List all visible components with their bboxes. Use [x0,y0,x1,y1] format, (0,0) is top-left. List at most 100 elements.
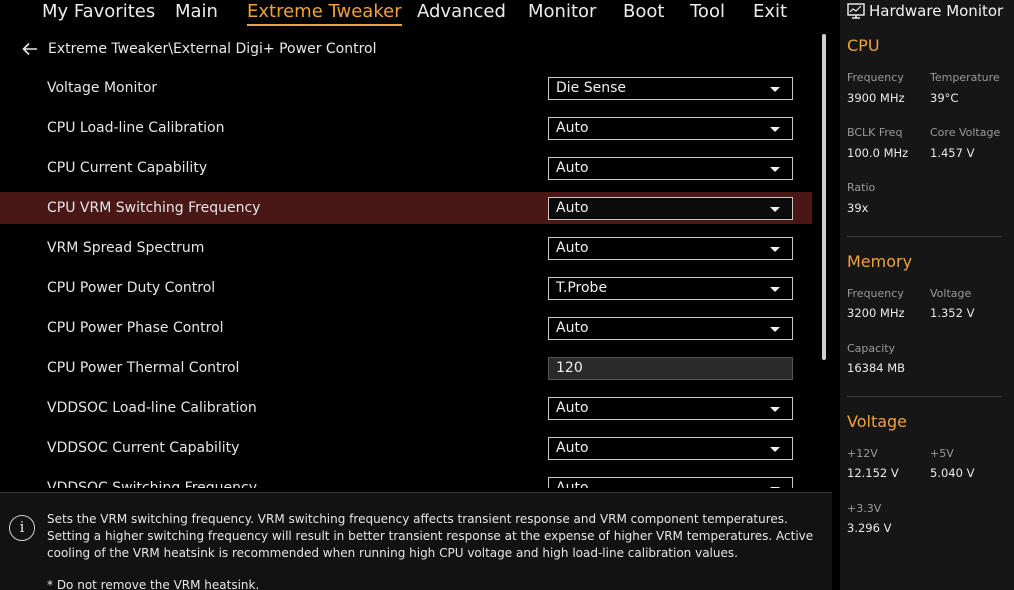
dropdown-value: Auto [556,240,589,256]
caret-down-icon [770,87,780,92]
vrm-spread-spectrum-dropdown[interactable]: Auto [548,237,793,260]
dropdown-value: Auto [556,200,589,216]
cpu-section-title: CPU [847,36,880,55]
voltage-12v-label: +12V [847,447,878,460]
setting-row-cpu-current-capability[interactable]: CPU Current Capability Auto [0,152,812,184]
memory-frequency-label: Frequency [847,287,904,300]
vddsoc-load-line-calibration-dropdown[interactable]: Auto [548,397,793,420]
voltage-5v-value: 5.040 V [930,466,975,480]
dropdown-value: Auto [556,160,589,176]
input-value: 120 [556,360,583,376]
cpu-power-duty-control-dropdown[interactable]: T.Probe [548,277,793,300]
breadcrumb-path: Extreme Tweaker\External Digi+ Power Con… [48,41,377,57]
caret-down-icon [770,447,780,452]
setting-label: VDDSOC Switching Frequency [47,480,257,488]
setting-row-vrm-spread-spectrum[interactable]: VRM Spread Spectrum Auto [0,232,812,264]
vddsoc-current-capability-dropdown[interactable]: Auto [548,437,793,460]
setting-row-cpu-power-phase-control[interactable]: CPU Power Phase Control Auto [0,312,812,344]
setting-row-cpu-load-line-calibration[interactable]: CPU Load-line Calibration Auto [0,112,812,144]
setting-row-cpu-power-thermal-control[interactable]: CPU Power Thermal Control 120 [0,352,812,384]
cpu-temperature-label: Temperature [930,71,1000,84]
setting-label: CPU Power Phase Control [47,320,224,336]
vddsoc-switching-frequency-dropdown[interactable]: Auto [548,477,793,488]
setting-row-cpu-vrm-switching-frequency[interactable]: CPU VRM Switching Frequency Auto [0,192,812,224]
help-panel: i Sets the VRM switching frequency. VRM … [0,492,832,590]
dropdown-value: Auto [556,120,589,136]
setting-row-cpu-power-duty-control[interactable]: CPU Power Duty Control T.Probe [0,272,812,304]
memory-section-title: Memory [847,252,913,271]
setting-label: VDDSOC Current Capability [47,440,240,456]
ratio-label: Ratio [847,181,876,194]
caret-down-icon [770,247,780,252]
cpu-temperature-value: 39°C [930,91,959,105]
tab-boot[interactable]: Boot [623,1,664,23]
dropdown-value: Auto [556,480,589,488]
scrollbar[interactable] [822,34,826,360]
hardware-monitor-title: Hardware Monitor [869,2,1004,20]
settings-panel: Extreme Tweaker\External Digi+ Power Con… [0,28,832,492]
cpu-current-capability-dropdown[interactable]: Auto [548,157,793,180]
tab-exit[interactable]: Exit [753,1,787,23]
cpu-load-line-calibration-dropdown[interactable]: Auto [548,117,793,140]
setting-row-vddsoc-load-line-calibration[interactable]: VDDSOC Load-line Calibration Auto [0,392,812,424]
section-divider [847,236,1002,237]
caret-down-icon [770,327,780,332]
cpu-frequency-label: Frequency [847,71,904,84]
setting-label: CPU Load-line Calibration [47,120,225,136]
hardware-monitor-header: Hardware Monitor [847,0,1003,22]
setting-label: VDDSOC Load-line Calibration [47,400,257,416]
settings-list: Voltage Monitor Die Sense CPU Load-line … [0,68,812,488]
dropdown-value: Auto [556,400,589,416]
cpu-power-phase-control-dropdown[interactable]: Auto [548,317,793,340]
tab-advanced[interactable]: Advanced [417,1,506,23]
dropdown-value: Auto [556,320,589,336]
cpu-frequency-value: 3900 MHz [847,91,905,105]
memory-frequency-value: 3200 MHz [847,306,905,320]
hardware-monitor-panel: Hardware Monitor CPU Frequency Temperatu… [840,0,1014,590]
help-description: Sets the VRM switching frequency. VRM sw… [47,512,814,560]
ratio-value: 39x [847,201,869,215]
tab-tool[interactable]: Tool [690,1,725,23]
bclk-freq-label: BCLK Freq [847,126,903,139]
help-note: * Do not remove the VRM heatsink. [47,578,260,590]
info-icon: i [9,515,35,541]
caret-down-icon [770,487,780,488]
memory-voltage-value: 1.352 V [930,306,975,320]
core-voltage-value: 1.457 V [930,146,975,160]
voltage-5v-label: +5V [930,447,954,460]
setting-label: VRM Spread Spectrum [47,240,205,256]
setting-label: CPU Current Capability [47,160,208,176]
voltage-section-title: Voltage [847,412,908,431]
setting-label: CPU VRM Switching Frequency [47,200,261,216]
caret-down-icon [770,167,780,172]
setting-label: Voltage Monitor [47,80,158,96]
cpu-power-thermal-control-input[interactable]: 120 [548,357,793,380]
voltage-12v-value: 12.152 V [847,466,899,480]
memory-capacity-label: Capacity [847,342,896,355]
caret-down-icon [770,287,780,292]
voltage-3v3-value: 3.296 V [847,521,892,535]
caret-down-icon [770,127,780,132]
caret-down-icon [770,207,780,212]
section-divider [847,396,1002,397]
tab-monitor[interactable]: Monitor [528,1,596,23]
setting-label: CPU Power Duty Control [47,280,216,296]
dropdown-value: T.Probe [556,280,608,296]
bclk-freq-value: 100.0 MHz [847,146,909,160]
caret-down-icon [770,407,780,412]
tab-my-favorites[interactable]: My Favorites [42,1,155,23]
breadcrumb: Extreme Tweaker\External Digi+ Power Con… [22,40,377,58]
setting-row-voltage-monitor[interactable]: Voltage Monitor Die Sense [0,72,812,104]
voltage-3v3-label: +3.3V [847,502,882,515]
core-voltage-label: Core Voltage [930,126,1001,139]
setting-label: CPU Power Thermal Control [47,360,240,376]
setting-row-vddsoc-switching-frequency[interactable]: VDDSOC Switching Frequency Auto [0,472,812,488]
tab-extreme-tweaker[interactable]: Extreme Tweaker [247,1,402,26]
setting-row-vddsoc-current-capability[interactable]: VDDSOC Current Capability Auto [0,432,812,464]
dropdown-value: Die Sense [556,80,627,96]
cpu-vrm-switching-frequency-dropdown[interactable]: Auto [548,197,793,220]
top-nav: My Favorites Main Extreme Tweaker Advanc… [0,0,832,28]
tab-main[interactable]: Main [175,1,218,23]
voltage-monitor-dropdown[interactable]: Die Sense [548,77,793,100]
back-arrow-icon[interactable] [22,42,38,56]
